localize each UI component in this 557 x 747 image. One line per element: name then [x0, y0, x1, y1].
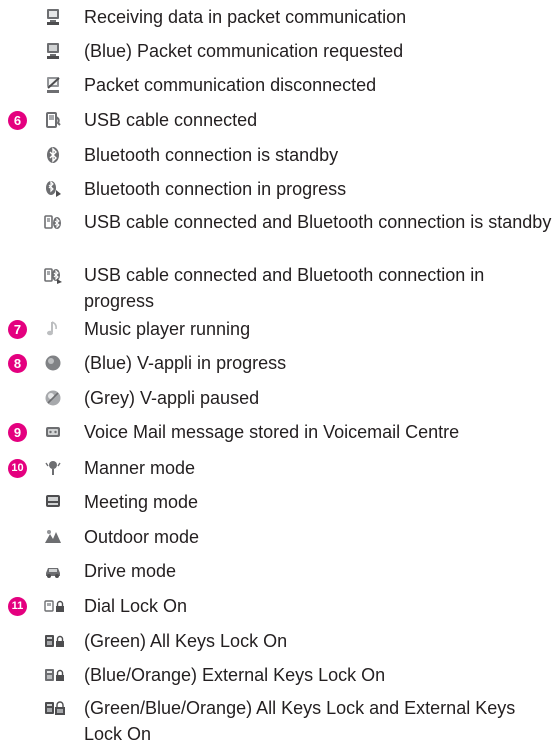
list-item: (Blue/Orange) External Keys Lock On	[0, 662, 557, 688]
item-description: Bluetooth connection in progress	[84, 179, 347, 199]
drive-mode-icon	[44, 562, 62, 580]
item-description: (Blue) Packet communication requested	[84, 41, 404, 61]
packet-requested-icon	[44, 42, 62, 60]
list-item: Receiving data in packet communication	[0, 4, 557, 30]
item-number-badge: 7	[8, 320, 27, 339]
list-item: Bluetooth connection is standby	[0, 142, 557, 168]
list-item: 6 USB cable connected	[0, 107, 557, 133]
external-keys-lock-icon	[44, 666, 66, 684]
item-number-badge: 6	[8, 111, 27, 130]
item-description: USB cable connected and Bluetooth connec…	[84, 212, 552, 232]
list-item: (Grey) V-appli paused	[0, 385, 557, 411]
all-keys-lock-icon	[44, 632, 66, 650]
list-item: 8 (Blue) V-appli in progress	[0, 350, 557, 376]
list-item: Packet communication disconnected	[0, 72, 557, 98]
manner-mode-icon	[44, 459, 62, 477]
meeting-mode-icon	[44, 492, 62, 510]
item-description: USB cable connected and Bluetooth connec…	[84, 265, 485, 311]
packet-disconnected-icon	[44, 76, 62, 94]
usb-bluetooth-standby-icon	[44, 213, 62, 231]
list-item: (Green/Blue/Orange) All Keys Lock and Ex…	[0, 695, 557, 747]
list-item: USB cable connected and Bluetooth connec…	[0, 262, 557, 314]
all-and-external-keys-lock-icon	[44, 699, 66, 717]
usb-connected-icon	[44, 111, 62, 129]
item-description: USB cable connected	[84, 110, 258, 130]
item-description: Music player running	[84, 319, 251, 339]
item-description: Dial Lock On	[84, 596, 188, 616]
usb-bluetooth-progress-icon	[44, 266, 62, 284]
list-item: Meeting mode	[0, 489, 557, 515]
item-number-badge: 10	[8, 459, 27, 478]
list-item: (Blue) Packet communication requested	[0, 38, 557, 64]
list-item: Bluetooth connection in progress	[0, 176, 557, 202]
v-appli-paused-icon	[44, 389, 62, 407]
item-description: Packet communication disconnected	[84, 75, 377, 95]
list-item: 7 Music player running	[0, 316, 557, 342]
item-description: Manner mode	[84, 458, 196, 478]
item-description: (Blue) V-appli in progress	[84, 353, 287, 373]
item-description: Meeting mode	[84, 492, 199, 512]
item-description: Drive mode	[84, 561, 177, 581]
item-description: (Green) All Keys Lock On	[84, 631, 288, 651]
music-note-icon	[44, 320, 62, 338]
list-item: 11 Dial Lock On	[0, 593, 557, 619]
list-item: USB cable connected and Bluetooth connec…	[0, 209, 557, 261]
v-appli-running-icon	[44, 354, 62, 372]
item-description: (Green/Blue/Orange) All Keys Lock and Ex…	[84, 698, 516, 744]
dial-lock-icon	[44, 597, 66, 615]
bluetooth-standby-icon	[44, 146, 62, 164]
item-number-badge: 8	[8, 354, 27, 373]
bluetooth-progress-icon	[44, 180, 62, 198]
item-description: Voice Mail message stored in Voicemail C…	[84, 422, 460, 442]
list-item: Outdoor mode	[0, 524, 557, 550]
list-item: (Green) All Keys Lock On	[0, 628, 557, 654]
list-item: Drive mode	[0, 558, 557, 584]
item-number-badge: 9	[8, 423, 27, 442]
voicemail-icon	[44, 423, 62, 441]
item-number-badge: 11	[8, 597, 27, 616]
item-description: Outdoor mode	[84, 527, 200, 547]
packet-receiving-icon	[44, 8, 62, 26]
item-description: Bluetooth connection is standby	[84, 145, 339, 165]
list-item: 10 Manner mode	[0, 455, 557, 481]
list-item: 9 Voice Mail message stored in Voicemail…	[0, 419, 557, 445]
item-description: (Blue/Orange) External Keys Lock On	[84, 665, 386, 685]
item-description: Receiving data in packet communication	[84, 7, 407, 27]
item-description: (Grey) V-appli paused	[84, 388, 260, 408]
outdoor-mode-icon	[44, 528, 62, 546]
